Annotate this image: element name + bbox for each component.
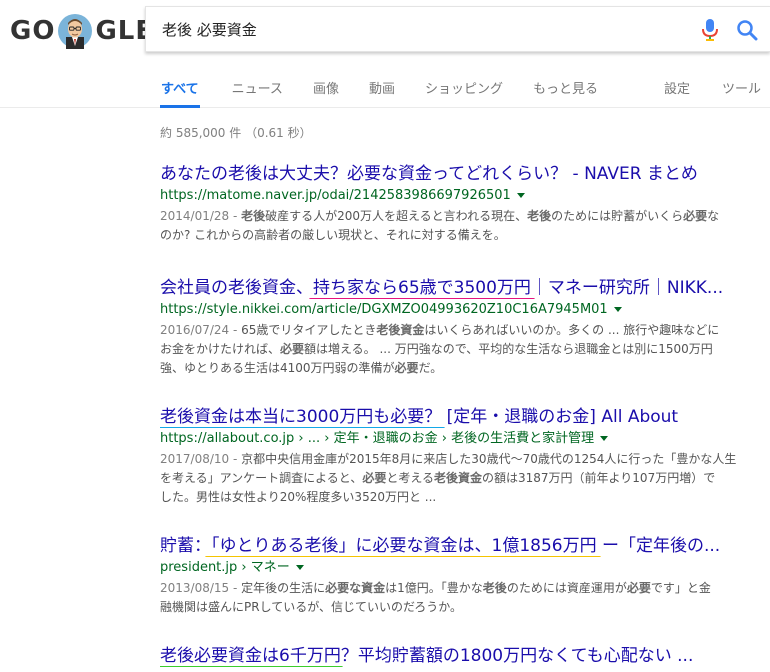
result-url[interactable]: https://matome.naver.jp/odai/21425839866… [160, 187, 760, 205]
snippet-text: だ。 [418, 361, 443, 375]
title-text: ー「定年後の... [596, 536, 721, 556]
tools-link[interactable]: ツール [722, 78, 761, 97]
result-url-text: president.jp › マネー [160, 560, 290, 575]
snippet-text: のか? これからの高齢者の厳しい現状と、それに対する備えを。 [160, 228, 506, 242]
snippet-text: 額は増える。 ... 万円強なので、平均的な生活なら退職金とは別に1500万円 [304, 342, 713, 356]
title-text: ｜マネー研究所｜NIKK... [530, 278, 724, 298]
result-snippet: 2013/08/15 - 定年後の生活に必要な資金は1億円。「豊かな老後のために… [160, 579, 760, 617]
search-icon[interactable] [736, 19, 758, 41]
handdrawn-underline-yellow [205, 556, 601, 557]
handdrawn-underline-pink [309, 298, 535, 299]
result-url-text: https://matome.naver.jp/odai/21425839866… [160, 188, 511, 203]
title-highlight: 「ゆとりある老後」に必要な資金は、1億1856万円 [205, 536, 601, 557]
result-url-text: https://allabout.co.jp › ... › 定年・退職のお金 … [160, 431, 595, 446]
result-snippet: 2017/08/10 - 京都中央信用金庫が2015年8月に来店した30歳代〜7… [160, 450, 760, 507]
snippet-bold: 必要 [626, 581, 651, 595]
snippet-text: 65歳でリタイアしたとき [241, 323, 377, 337]
search-box [145, 6, 770, 52]
title-highlight-text: 「ゆとりある老後」に必要な資金は、1億1856万円 [211, 536, 597, 556]
title-highlight-text: 老後資金は本当に3000万円も必要？ [160, 407, 442, 427]
result-url[interactable]: https://allabout.co.jp › ... › 定年・退職のお金 … [160, 430, 760, 448]
tab-all[interactable]: すべて [160, 68, 200, 108]
snippet-bold: 老後資金 [433, 471, 482, 485]
url-dropdown-caret-icon[interactable] [516, 193, 525, 198]
snippet-bold: 老後 [241, 209, 266, 223]
title-text: 会社員の老後資金、 [160, 278, 313, 298]
microphone-icon[interactable] [699, 18, 721, 42]
tab-more[interactable]: もっと見る [533, 68, 598, 108]
snippet-text: を考える」アンケート調査によると、 [160, 471, 363, 485]
result-snippet: 2014/01/28 - 老後破産する人が200万人を超えると言われる現在、老後… [160, 207, 760, 245]
result-title-link[interactable]: 会社員の老後資金、持ち家なら65歳で3500万円 ｜マネー研究所｜NIKK... [160, 277, 760, 299]
title-highlight: 老後資金は本当に3000万円も必要？ [160, 407, 446, 428]
snippet-bold: 必要な資金 [325, 581, 386, 595]
snippet-bold: 老後 [482, 581, 507, 595]
settings-link[interactable]: 設定 [664, 78, 690, 97]
snippet-text: お金をかけたければ、 [160, 342, 281, 356]
url-dropdown-caret-icon[interactable] [295, 565, 304, 570]
doodle-portrait-icon [57, 13, 93, 49]
result-date: 2014/01/28 - [160, 209, 242, 223]
tab-videos[interactable]: 動画 [369, 68, 395, 108]
title-highlight: 持ち家なら65歳で3500万円 [309, 278, 535, 299]
snippet-text: のためには貯蓄がいくら [551, 209, 684, 223]
snippet-bold: 必要 [280, 342, 305, 356]
tab-news[interactable]: ニュース [232, 68, 283, 108]
title-highlight-text: 持ち家なら65歳で3500万円 [313, 278, 531, 298]
logo-text-left: GO [10, 16, 56, 46]
snippet-bold: 老後 [527, 209, 552, 223]
result-title-link[interactable]: 老後資金は本当に3000万円も必要？ [定年・退職のお金] All About [160, 406, 760, 428]
snippet-text: です」と金 [650, 581, 711, 595]
search-result: 老後資金は本当に3000万円も必要？ [定年・退職のお金] All About … [160, 406, 760, 507]
snippet-text: 京都中央信用金庫が2015年8月に来店した30歳代〜70歳代の1254人に行った… [241, 452, 737, 466]
snippet-text: 定年後の生活に [241, 581, 326, 595]
snippet-text: は1億円。「豊かな [385, 581, 483, 595]
snippet-text: な [707, 209, 720, 223]
result-url[interactable]: president.jp › マネー [160, 559, 760, 577]
snippet-text: 強、ゆとりある生活は4100万円弱の準備が [160, 361, 395, 375]
search-input[interactable] [146, 9, 666, 49]
result-date: 2017/08/10 - [160, 452, 242, 466]
snippet-text: のためには資産運用が [506, 581, 627, 595]
snippet-text: の額は3187万円（前年より107万円増）で [482, 471, 716, 485]
google-doodle-logo[interactable]: GO GLE [10, 13, 154, 49]
handdrawn-underline-blue [160, 427, 446, 428]
result-title-link[interactable]: 老後必要資金は6千万円 ？平均貯蓄額の1800万円なくても心配ない ... [160, 645, 760, 667]
snippet-bold: 老後資金 [376, 323, 425, 337]
search-result: 老後必要資金は6千万円 ？平均貯蓄額の1800万円なくても心配ない ... [160, 645, 760, 667]
snippet-text: と考える [386, 471, 434, 485]
snippet-bold: 必要 [683, 209, 708, 223]
search-header: GO GLE 老後 必要資金 すべて ニュース 画像 動画 ショッピング もっと… [0, 0, 770, 108]
snippet-text: 融機関は盛んにPRしているが、信じていいのだろうか。 [160, 600, 463, 614]
result-title-link[interactable]: あなたの老後は大丈夫？必要な資金ってどれくらい？ - NAVER まとめ [160, 163, 760, 185]
result-snippet: 2016/07/24 - 65歳でリタイアしたとき老後資金はいくらあればいいのか… [160, 321, 760, 378]
result-date: 2013/08/15 - [160, 581, 242, 595]
result-url[interactable]: https://style.nikkei.com/article/DGXMZO0… [160, 301, 760, 319]
result-url-text: https://style.nikkei.com/article/DGXMZO0… [160, 302, 608, 317]
url-dropdown-caret-icon[interactable] [613, 307, 622, 312]
title-highlight-text: 老後必要資金は6千万円 [160, 646, 341, 666]
tab-shopping[interactable]: ショッピング [425, 68, 503, 108]
snippet-text: 破産する人が200万人を超えると言われる現在、 [265, 209, 528, 223]
title-text: [定年・退職のお金] All About [441, 407, 679, 427]
snippet-text: はいくらあればいいのか。多くの ... 旅行や趣味などに [424, 323, 720, 337]
handdrawn-underline-green [160, 666, 343, 667]
snippet-bold: 必要 [394, 361, 419, 375]
snippet-text: した。男性は女性より20%程度多い3520万円と ... [160, 490, 437, 504]
search-result: 会社員の老後資金、持ち家なら65歳で3500万円 ｜マネー研究所｜NIKK... … [160, 277, 760, 378]
tab-images[interactable]: 画像 [313, 68, 339, 108]
search-result: あなたの老後は大丈夫？必要な資金ってどれくらい？ - NAVER まとめ htt… [160, 163, 760, 245]
url-dropdown-caret-icon[interactable] [600, 436, 609, 441]
result-title-link[interactable]: 貯蓄：「ゆとりある老後」に必要な資金は、1億1856万円 ー「定年後の... [160, 535, 760, 557]
title-highlight: 老後必要資金は6千万円 [160, 646, 343, 667]
result-stats: 約 585,000 件 （0.61 秒） [160, 126, 312, 140]
search-result: 貯蓄：「ゆとりある老後」に必要な資金は、1億1856万円 ー「定年後の... p… [160, 535, 760, 617]
title-text: ？平均貯蓄額の1800万円なくても心配ない ... [340, 646, 694, 666]
snippet-bold: 必要 [362, 471, 387, 485]
result-date: 2016/07/24 - [160, 323, 242, 337]
title-text: 貯蓄： [160, 536, 211, 556]
search-tabs: すべて ニュース 画像 動画 ショッピング もっと見る [160, 68, 628, 108]
